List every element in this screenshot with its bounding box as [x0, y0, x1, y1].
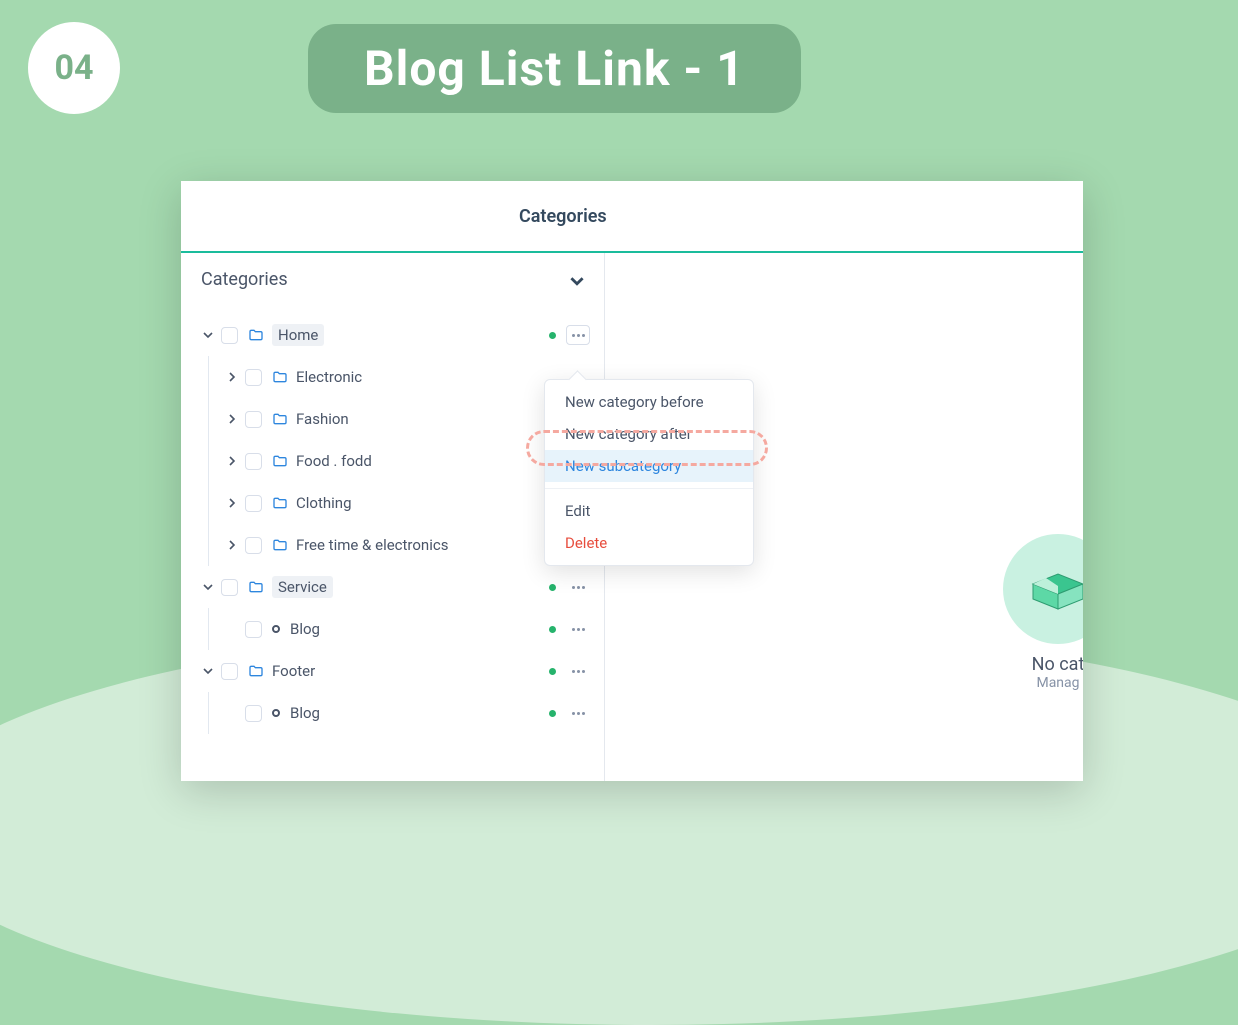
empty-state-icon: [1003, 534, 1083, 644]
panel-title: Categories: [201, 269, 288, 290]
more-button[interactable]: [566, 661, 590, 681]
more-button[interactable]: [566, 577, 590, 597]
chevron-down-icon[interactable]: [201, 580, 215, 594]
categories-panel: Categories Home: [181, 253, 605, 781]
checkbox[interactable]: [245, 495, 262, 512]
context-menu: New category before New category after N…: [544, 379, 754, 566]
folder-icon: [272, 537, 288, 553]
status-dot: [549, 584, 556, 591]
checkbox[interactable]: [221, 663, 238, 680]
chevron-right-icon[interactable]: [225, 538, 239, 552]
folder-icon: [248, 327, 264, 343]
step-number: 04: [54, 48, 93, 88]
status-dot: [549, 626, 556, 633]
tree-row-home[interactable]: Home: [201, 314, 590, 356]
chevron-down-icon: [570, 273, 584, 287]
folder-icon: [248, 579, 264, 595]
row-label: Footer: [272, 662, 315, 680]
panel-header[interactable]: Categories: [181, 253, 604, 314]
step-number-badge: 04: [28, 22, 120, 114]
chevron-right-icon[interactable]: [225, 412, 239, 426]
more-button[interactable]: [566, 703, 590, 723]
checkbox[interactable]: [245, 369, 262, 386]
spacer: [225, 622, 239, 636]
folder-icon: [248, 663, 264, 679]
tree-row-footer[interactable]: Footer: [201, 650, 590, 692]
row-label: Electronic: [296, 368, 362, 386]
more-button[interactable]: [566, 325, 590, 345]
row-label: Free time & electronics: [296, 536, 448, 554]
chevron-right-icon[interactable]: [225, 496, 239, 510]
tree-row-blog-1[interactable]: Blog: [201, 608, 590, 650]
slide-title-text: Blog List Link - 1: [364, 40, 745, 97]
folder-icon: [272, 369, 288, 385]
row-label: Blog: [290, 620, 320, 638]
category-tree: Home Electronic: [181, 314, 604, 734]
tree-row-fashion[interactable]: Fashion: [201, 398, 590, 440]
row-label: Service: [272, 576, 333, 598]
checkbox[interactable]: [245, 411, 262, 428]
page-icon: [272, 709, 280, 717]
folder-icon: [272, 411, 288, 427]
tree-row-electronic[interactable]: Electronic: [201, 356, 590, 398]
row-label: Home: [272, 324, 324, 346]
row-label: Blog: [290, 704, 320, 722]
menu-edit[interactable]: Edit: [545, 495, 753, 527]
folder-icon: [272, 453, 288, 469]
status-dot: [549, 710, 556, 717]
row-label: Food . fodd: [296, 452, 372, 470]
spacer: [225, 706, 239, 720]
chevron-right-icon[interactable]: [225, 370, 239, 384]
checkbox[interactable]: [245, 453, 262, 470]
row-label: Clothing: [296, 494, 352, 512]
tree-row-blog-2[interactable]: Blog: [201, 692, 590, 734]
checkbox[interactable]: [221, 327, 238, 344]
tab-categories[interactable]: Categories: [519, 206, 607, 227]
row-label: Fashion: [296, 410, 349, 428]
chevron-down-icon[interactable]: [201, 664, 215, 678]
checkbox[interactable]: [245, 537, 262, 554]
chevron-down-icon[interactable]: [201, 328, 215, 342]
tree-row-clothing[interactable]: Clothing: [201, 482, 590, 524]
chevron-right-icon[interactable]: [225, 454, 239, 468]
empty-subtitle: Manag: [998, 675, 1083, 691]
tree-row-freetime[interactable]: Free time & electronics: [201, 524, 590, 566]
folder-icon: [272, 495, 288, 511]
checkbox[interactable]: [221, 579, 238, 596]
menu-new-category-before[interactable]: New category before: [545, 386, 753, 418]
empty-state: No cat Manag: [998, 534, 1083, 691]
checkbox[interactable]: [245, 705, 262, 722]
menu-separator: [545, 488, 753, 489]
tree-row-food[interactable]: Food . fodd: [201, 440, 590, 482]
more-button[interactable]: [566, 619, 590, 639]
slide-title: Blog List Link - 1: [308, 24, 801, 113]
page-icon: [272, 625, 280, 633]
status-dot: [549, 668, 556, 675]
status-dot: [549, 332, 556, 339]
menu-new-category-after[interactable]: New category after: [545, 418, 753, 450]
menu-delete[interactable]: Delete: [545, 527, 753, 559]
menu-new-subcategory[interactable]: New subcategory: [545, 450, 753, 482]
tab-bar: Categories: [181, 181, 1083, 253]
checkbox[interactable]: [245, 621, 262, 638]
tree-row-service[interactable]: Service: [201, 566, 590, 608]
empty-title: No cat: [998, 654, 1083, 675]
